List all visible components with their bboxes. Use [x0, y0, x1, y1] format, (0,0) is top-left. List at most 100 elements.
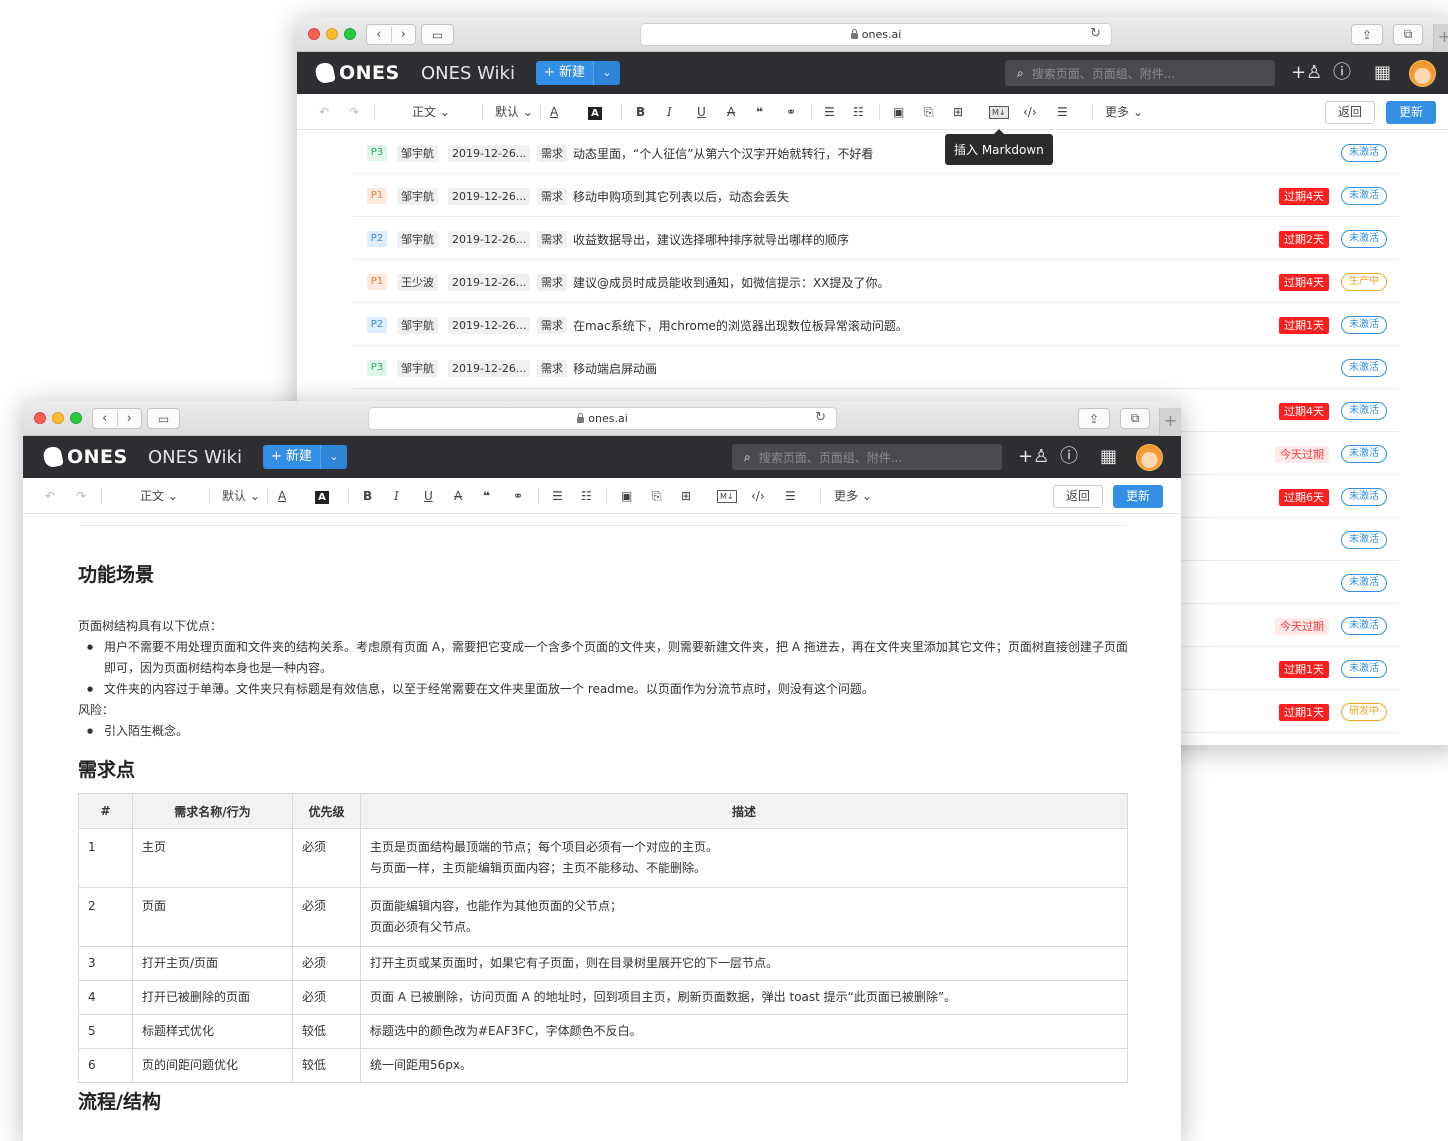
code-icon[interactable]: ‹/›: [1023, 105, 1037, 119]
status-badge[interactable]: 未激活: [1341, 660, 1387, 678]
font-dropdown[interactable]: 默认 ⌄: [222, 489, 260, 503]
status-badge[interactable]: 未激活: [1341, 402, 1387, 420]
bold-icon[interactable]: B: [363, 489, 372, 503]
quote-icon[interactable]: ❝: [756, 105, 763, 119]
new-button[interactable]: + 新建: [536, 61, 594, 85]
app-title[interactable]: ONES Wiki: [148, 447, 242, 468]
back-arrow-icon[interactable]: ‹: [367, 27, 391, 42]
image-icon[interactable]: ▣: [893, 105, 904, 119]
new-tab-button[interactable]: +: [1433, 24, 1448, 52]
underline-icon[interactable]: U: [697, 105, 706, 119]
address-bar[interactable]: ones.ai ↻: [640, 23, 1112, 46]
zoom-window-button[interactable]: [344, 28, 356, 40]
apps-grid-icon[interactable]: ▦: [1374, 63, 1391, 83]
table-icon[interactable]: ⊞: [681, 489, 691, 503]
link-icon[interactable]: ⚭: [513, 489, 523, 503]
share-icon[interactable]: ⇪: [1078, 408, 1110, 429]
issue-title[interactable]: 移动端启屏动画: [573, 360, 657, 377]
help-icon[interactable]: ⓘ: [1333, 63, 1351, 83]
sidebar-toggle-icon[interactable]: ▭: [147, 408, 180, 429]
quote-icon[interactable]: ❝: [483, 489, 490, 503]
status-badge[interactable]: 未激活: [1341, 617, 1387, 635]
avatar[interactable]: [1136, 444, 1163, 471]
new-dropdown-chevron-icon[interactable]: ⌄: [593, 61, 621, 85]
italic-icon[interactable]: I: [667, 105, 672, 119]
more-dropdown[interactable]: 更多 ⌄: [1105, 105, 1143, 119]
italic-icon[interactable]: I: [394, 489, 399, 503]
issue-row[interactable]: P1 王少波 2019-12-26... 需求 建议@成员时成员能收到通知，如微信提示：…: [353, 260, 1399, 303]
bold-icon[interactable]: B: [636, 105, 645, 119]
share-icon[interactable]: ⇪: [1351, 24, 1383, 45]
issue-row[interactable]: P2 邹宇航 2019-12-26... 需求 在mac系统下，用chrome的浏览器出…: [353, 303, 1399, 346]
text-color-icon[interactable]: A: [550, 105, 558, 119]
back-button[interactable]: 返回: [1053, 485, 1103, 508]
layout-icon[interactable]: ☰: [1057, 105, 1068, 119]
more-dropdown[interactable]: 更多 ⌄: [834, 489, 872, 503]
markdown-icon[interactable]: M↓: [717, 490, 737, 503]
forward-arrow-icon[interactable]: ›: [116, 411, 142, 426]
strikethrough-icon[interactable]: A: [727, 105, 735, 119]
add-member-icon[interactable]: +♙: [1291, 63, 1322, 83]
redo-icon[interactable]: ↷: [76, 489, 86, 503]
search-input[interactable]: ⌕ 搜索页面、页面组、附件...: [1005, 60, 1275, 86]
zoom-window-button[interactable]: [70, 412, 82, 424]
status-badge[interactable]: 未激活: [1341, 574, 1387, 592]
reload-icon[interactable]: ↻: [815, 410, 826, 425]
issue-title[interactable]: 建议@成员时成员能收到通知，如微信提示：XX提及了你。: [573, 274, 889, 291]
app-title[interactable]: ONES Wiki: [421, 63, 515, 84]
markdown-icon[interactable]: M↓: [989, 106, 1009, 119]
bg-color-icon[interactable]: A: [315, 489, 329, 504]
layout-icon[interactable]: ☰: [785, 489, 796, 503]
issue-title[interactable]: 收益数据导出，建议选择哪种排序就导出哪样的顺序: [573, 231, 849, 248]
numbered-list-icon[interactable]: ☷: [581, 489, 592, 503]
minimize-window-button[interactable]: [326, 28, 338, 40]
status-badge[interactable]: 未激活: [1341, 144, 1387, 162]
ones-logo[interactable]: ONES: [42, 445, 128, 469]
status-badge[interactable]: 未激活: [1341, 445, 1387, 463]
text-style-dropdown[interactable]: 正文 ⌄: [140, 489, 178, 503]
status-badge[interactable]: 未激活: [1341, 359, 1387, 377]
bulleted-list-icon[interactable]: ☰: [552, 489, 563, 503]
add-member-icon[interactable]: +♙: [1018, 447, 1049, 467]
new-button[interactable]: + 新建: [263, 445, 321, 469]
code-icon[interactable]: ‹/›: [751, 489, 765, 503]
issue-title[interactable]: 移动申购项到其它列表以后，动态会丢失: [573, 188, 789, 205]
bulleted-list-icon[interactable]: ☰: [824, 105, 835, 119]
font-dropdown[interactable]: 默认 ⌄: [495, 105, 533, 119]
search-input[interactable]: ⌕ 搜索页面、页面组、附件...: [732, 444, 1002, 470]
status-badge[interactable]: 未激活: [1341, 488, 1387, 506]
ones-logo[interactable]: ONES: [314, 61, 400, 85]
new-tab-button[interactable]: +: [1159, 408, 1181, 436]
wiki-document[interactable]: 功能场景 页面树结构具有以下优点： 用户不需要不用处理页面和文件夹的结构关系。考…: [23, 515, 1181, 1141]
tabs-overview-icon[interactable]: ⧉: [1393, 24, 1423, 45]
table-icon[interactable]: ⊞: [953, 105, 963, 119]
sidebar-toggle-icon[interactable]: ▭: [421, 24, 454, 45]
help-icon[interactable]: ⓘ: [1060, 447, 1078, 467]
tabs-overview-icon[interactable]: ⧉: [1120, 408, 1150, 429]
status-badge[interactable]: 生产中: [1341, 273, 1387, 291]
text-style-dropdown[interactable]: 正文 ⌄: [412, 105, 450, 119]
close-window-button[interactable]: [34, 412, 46, 424]
undo-icon[interactable]: ↶: [45, 489, 55, 503]
issue-row[interactable]: P3 邹宇航 2019-12-26... 需求 动态里面，“个人征信”从第六个汉字开始就…: [353, 131, 1399, 174]
issue-row[interactable]: P1 邹宇航 2019-12-26... 需求 移动申购项到其它列表以后，动态会丢失 过期…: [353, 174, 1399, 217]
bg-color-icon[interactable]: A: [588, 105, 602, 120]
status-badge[interactable]: 未激活: [1341, 230, 1387, 248]
apps-grid-icon[interactable]: ▦: [1100, 447, 1117, 467]
issue-row[interactable]: P2 邹宇航 2019-12-26... 需求 收益数据导出，建议选择哪种排序就导出哪样…: [353, 217, 1399, 260]
underline-icon[interactable]: U: [424, 489, 433, 503]
minimize-window-button[interactable]: [52, 412, 64, 424]
forward-arrow-icon[interactable]: ›: [390, 27, 416, 42]
link-icon[interactable]: ⚭: [786, 105, 796, 119]
status-badge[interactable]: 未激活: [1341, 531, 1387, 549]
back-arrow-icon[interactable]: ‹: [93, 411, 117, 426]
image-icon[interactable]: ▣: [621, 489, 632, 503]
issue-row[interactable]: P3 邹宇航 2019-12-26... 需求 移动端启屏动画 未激活: [353, 346, 1399, 389]
update-button[interactable]: 更新: [1113, 485, 1163, 508]
issue-title[interactable]: 动态里面，“个人征信”从第六个汉字开始就转行，不好看: [573, 145, 873, 162]
attachment-icon[interactable]: ⎘: [924, 105, 934, 119]
undo-icon[interactable]: ↶: [319, 105, 329, 119]
attachment-icon[interactable]: ⎘: [652, 489, 662, 503]
numbered-list-icon[interactable]: ☷: [853, 105, 864, 119]
text-color-icon[interactable]: A: [278, 489, 286, 503]
